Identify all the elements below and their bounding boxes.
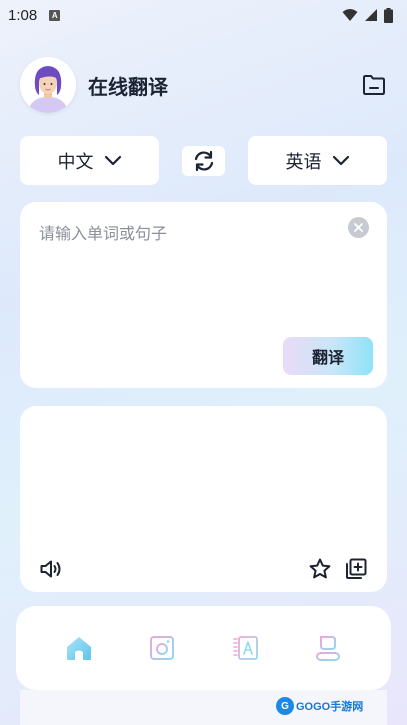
page-title: 在线翻译 — [88, 74, 168, 99]
avatar-illustration — [20, 57, 76, 113]
source-language-dropdown[interactable]: 中文 — [20, 136, 159, 185]
translate-button[interactable]: 翻译 — [283, 337, 373, 375]
nav-dictionary[interactable] — [223, 626, 267, 670]
watermark-logo: G GOGO手游网 — [276, 696, 363, 716]
status-bar: 1:08 A — [0, 0, 407, 30]
status-time: 1:08 — [8, 6, 38, 24]
avatar[interactable] — [20, 57, 76, 113]
language-selector-row: 中文 英语 — [20, 136, 387, 185]
chevron-down-icon — [104, 155, 121, 165]
copy-add-icon — [346, 558, 367, 579]
nav-home[interactable] — [57, 626, 101, 670]
favorite-button[interactable] — [308, 557, 332, 581]
dictionary-icon — [233, 636, 258, 660]
source-language-label: 中文 — [57, 151, 94, 173]
translation-result-card — [20, 406, 387, 592]
nav-camera[interactable] — [140, 626, 184, 670]
watermark-text: GOGO手游网 — [296, 701, 364, 713]
home-icon — [67, 637, 92, 660]
signal-icon — [365, 9, 377, 21]
clear-button[interactable] — [348, 217, 369, 238]
source-text-card[interactable]: 请输入单词或句子 翻译 — [20, 202, 387, 388]
bottom-navigation — [16, 606, 391, 690]
app-header: 在线翻译 — [20, 57, 387, 113]
folder-button[interactable] — [361, 72, 387, 98]
source-text-input[interactable]: 请输入单词或句子 — [39, 220, 167, 244]
clear-icon — [354, 223, 363, 232]
copy-button[interactable] — [344, 557, 368, 581]
folder-icon — [363, 75, 385, 95]
speaker-icon — [40, 560, 61, 578]
watermark-badge: G — [276, 697, 294, 715]
profile-icon — [315, 636, 340, 661]
chevron-down-icon — [332, 155, 349, 165]
nav-profile[interactable] — [306, 626, 350, 670]
camera-icon — [150, 636, 175, 660]
notification-a-icon: A — [49, 9, 61, 21]
battery-icon — [384, 7, 393, 23]
status-indicators — [342, 7, 393, 23]
swap-icon — [194, 150, 213, 172]
swap-languages-button[interactable] — [182, 146, 225, 176]
star-icon — [309, 558, 331, 579]
wifi-icon — [342, 9, 358, 21]
speak-button[interactable] — [39, 557, 63, 581]
target-language-label: 英语 — [285, 151, 322, 173]
target-language-dropdown[interactable]: 英语 — [248, 136, 387, 185]
